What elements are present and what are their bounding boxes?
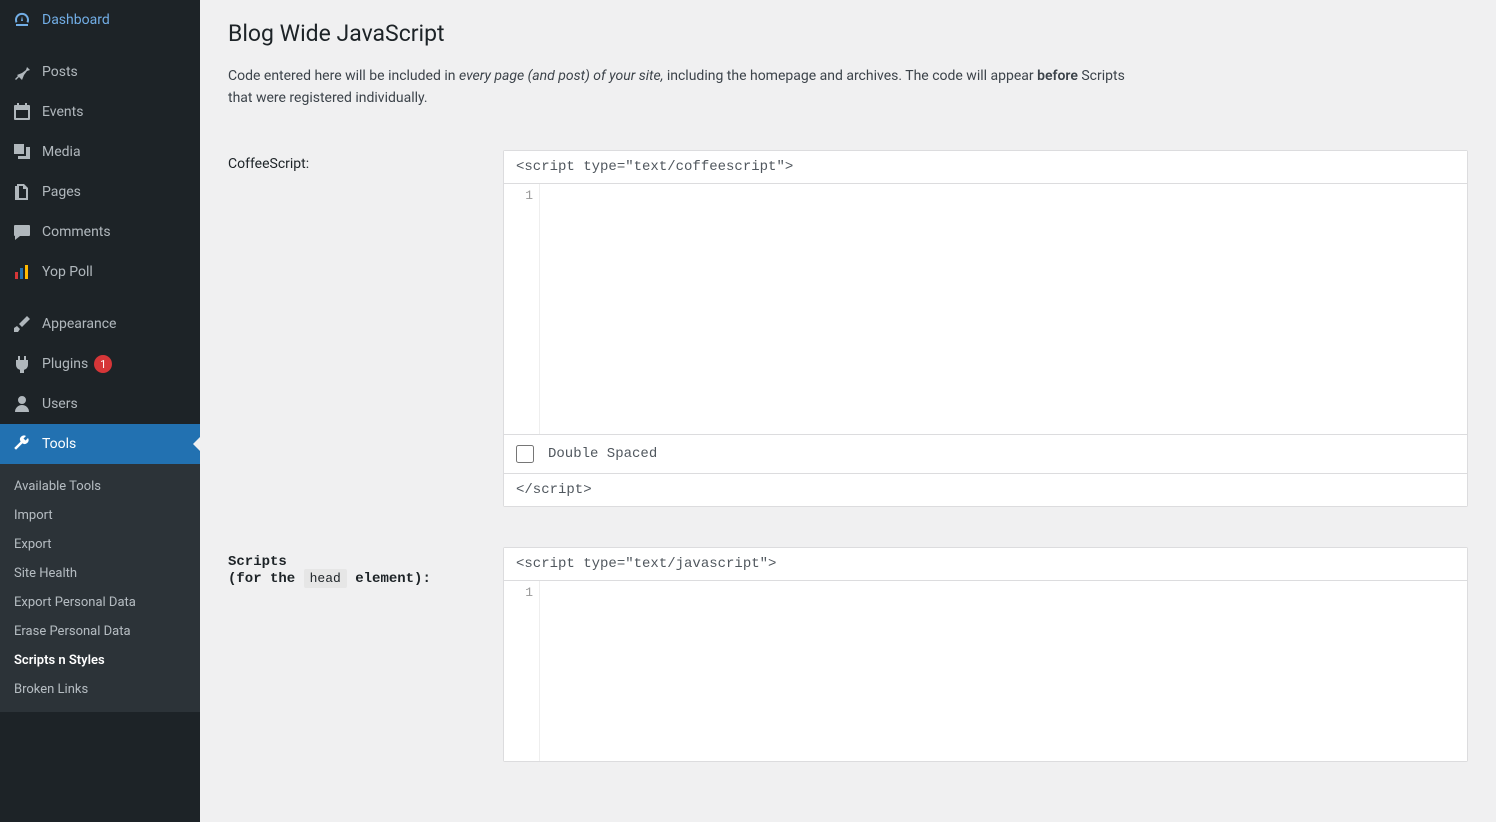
sidebar-label: Posts [42,64,78,80]
coffeescript-close-tag: </script> [504,473,1467,506]
plugins-badge: 1 [94,355,112,373]
page-description: Code entered here will be included in ev… [228,65,1128,110]
sidebar-label: Dashboard [42,12,110,28]
double-spaced-row[interactable]: Double Spaced [504,434,1467,473]
coffeescript-textarea[interactable] [540,184,1467,434]
coffeescript-box: <script type="text/coffeescript"> 1 Doub… [503,150,1468,507]
scripts-editor[interactable]: 1 [504,581,1467,761]
submenu-export[interactable]: Export [0,530,200,559]
plugin-icon [12,354,32,374]
sidebar-item-events[interactable]: Events [0,92,200,132]
brush-icon [12,314,32,334]
sidebar-item-posts[interactable]: Posts [0,52,200,92]
pin-icon [12,62,32,82]
submenu-export-data[interactable]: Export Personal Data [0,588,200,617]
submenu-import[interactable]: Import [0,501,200,530]
double-spaced-checkbox[interactable] [516,445,534,463]
double-spaced-label: Double Spaced [548,446,657,462]
scripts-open-tag: <script type="text/javascript"> [504,548,1467,581]
scripts-box: <script type="text/javascript"> 1 [503,547,1468,762]
sidebar-item-dashboard[interactable]: Dashboard [0,0,200,40]
coffeescript-row: CoffeeScript: <script type="text/coffees… [228,150,1468,507]
sidebar-item-yoppoll[interactable]: Yop Poll [0,252,200,292]
sidebar-item-plugins[interactable]: Plugins 1 [0,344,200,384]
sidebar-label: Tools [42,436,76,452]
calendar-icon [12,102,32,122]
coffeescript-label: CoffeeScript: [228,150,503,172]
line-gutter: 1 [504,184,540,434]
sidebar-label: Comments [42,224,111,240]
chart-icon [12,262,32,282]
submenu-scripts-styles[interactable]: Scripts n Styles [0,646,200,675]
coffeescript-open-tag: <script type="text/coffeescript"> [504,151,1467,184]
wrench-icon [12,434,32,454]
sidebar-item-users[interactable]: Users [0,384,200,424]
sidebar-item-pages[interactable]: Pages [0,172,200,212]
sidebar-label: Pages [42,184,81,200]
sidebar-label: Media [42,144,81,160]
main-content: Blog Wide JavaScript Code entered here w… [200,0,1496,822]
media-icon [12,142,32,162]
sidebar-item-tools[interactable]: Tools [0,424,200,464]
submenu-available-tools[interactable]: Available Tools [0,472,200,501]
dashboard-icon [12,10,32,30]
scripts-row: Scripts (for the head element): <script … [228,547,1468,762]
admin-sidebar: Dashboard Posts Events Media Pages Comme… [0,0,200,822]
line-gutter: 1 [504,581,540,761]
submenu-site-health[interactable]: Site Health [0,559,200,588]
sidebar-label: Plugins [42,356,88,372]
sidebar-label: Appearance [42,316,116,332]
sidebar-item-appearance[interactable]: Appearance [0,304,200,344]
sidebar-item-media[interactable]: Media [0,132,200,172]
comment-icon [12,222,32,242]
sidebar-label: Events [42,104,83,120]
tools-submenu: Available Tools Import Export Site Healt… [0,464,200,712]
user-icon [12,394,32,414]
page-title: Blog Wide JavaScript [228,20,1468,47]
submenu-broken-links[interactable]: Broken Links [0,675,200,704]
sidebar-label: Yop Poll [42,264,93,280]
sidebar-label: Users [42,396,78,412]
scripts-label: Scripts (for the head element): [228,547,503,587]
sidebar-item-comments[interactable]: Comments [0,212,200,252]
scripts-textarea[interactable] [540,581,1467,761]
coffeescript-editor[interactable]: 1 [504,184,1467,434]
pages-icon [12,182,32,202]
submenu-erase-data[interactable]: Erase Personal Data [0,617,200,646]
